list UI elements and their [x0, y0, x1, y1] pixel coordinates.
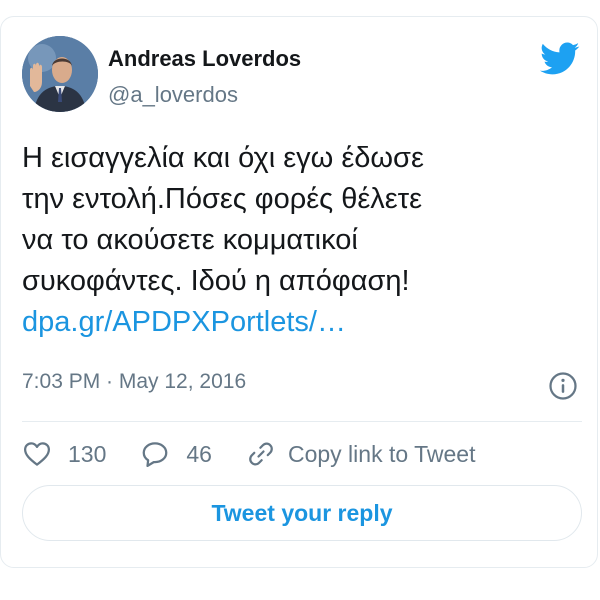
twitter-bird-icon[interactable]: [540, 42, 580, 76]
tweet-line: την εντολή.Πόσες φορές θέλετε: [22, 183, 423, 215]
tweet-your-reply-button[interactable]: Tweet your reply: [22, 485, 582, 541]
tweet-line: να το ακούσετε κομματικοί: [22, 224, 358, 256]
speech-bubble-icon: [143, 442, 168, 467]
copy-link-label: Copy link to Tweet: [287, 440, 476, 467]
copy-link-button[interactable]: Copy link to Tweet: [246, 439, 476, 469]
tweet-text: Η εισαγγελία και όχι εγω έδωσε την εντολ…: [22, 138, 582, 343]
heart-icon: [24, 442, 50, 466]
link-icon: [249, 442, 273, 466]
like-count: 130: [68, 440, 107, 467]
like-button[interactable]: 130: [22, 439, 106, 469]
avatar-photo: [22, 36, 98, 112]
reply-button[interactable]: 46: [140, 439, 212, 469]
tweet-line: συκοφάντες. Ιδού η απόφαση!: [22, 265, 410, 297]
tweet-link[interactable]: dpa.gr/APDPXPortlets/…: [22, 302, 582, 343]
tweet-actions: 130 46 Copy link to Tweet: [22, 437, 509, 471]
avatar[interactable]: [22, 36, 98, 112]
author-handle[interactable]: @a_loverdos: [108, 82, 238, 108]
author-name[interactable]: Andreas Loverdos: [108, 46, 301, 72]
divider: [22, 421, 582, 422]
tweet-line: Η εισαγγελία και όχι εγω έδωσε: [22, 142, 424, 174]
reply-count: 46: [186, 440, 212, 467]
info-icon[interactable]: [548, 371, 578, 401]
tweet-timestamp[interactable]: 7:03 PM · May 12, 2016: [22, 370, 246, 394]
